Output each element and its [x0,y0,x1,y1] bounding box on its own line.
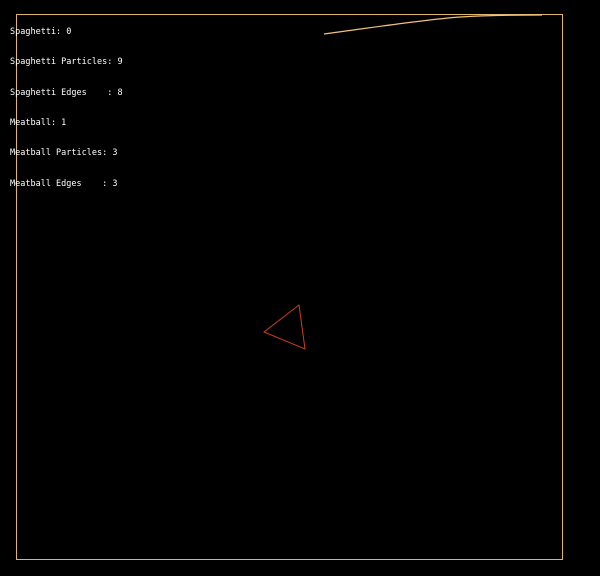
spaghetti-strand [323,14,543,35]
spaghetti-count-label: Spaghetti: 0 [10,27,72,38]
simulation-view: Spaghetti: 0 Spaghetti Particles: 9 Spag… [0,0,600,576]
meatball-edges-label: Meatball Edges : 3 [10,178,118,189]
spaghetti-edges-label: Spaghetti Edges : 8 [10,87,123,98]
spaghetti-particles-label: Spaghetti Particles: 9 [10,57,123,68]
meatball [263,304,306,350]
meatball-particles-label: Meatball Particles: 3 [10,148,118,159]
stats-overlay: Spaghetti: 0 Spaghetti Particles: 9 Spag… [10,7,123,209]
meatball-count-label: Meatball: 1 [10,118,67,129]
